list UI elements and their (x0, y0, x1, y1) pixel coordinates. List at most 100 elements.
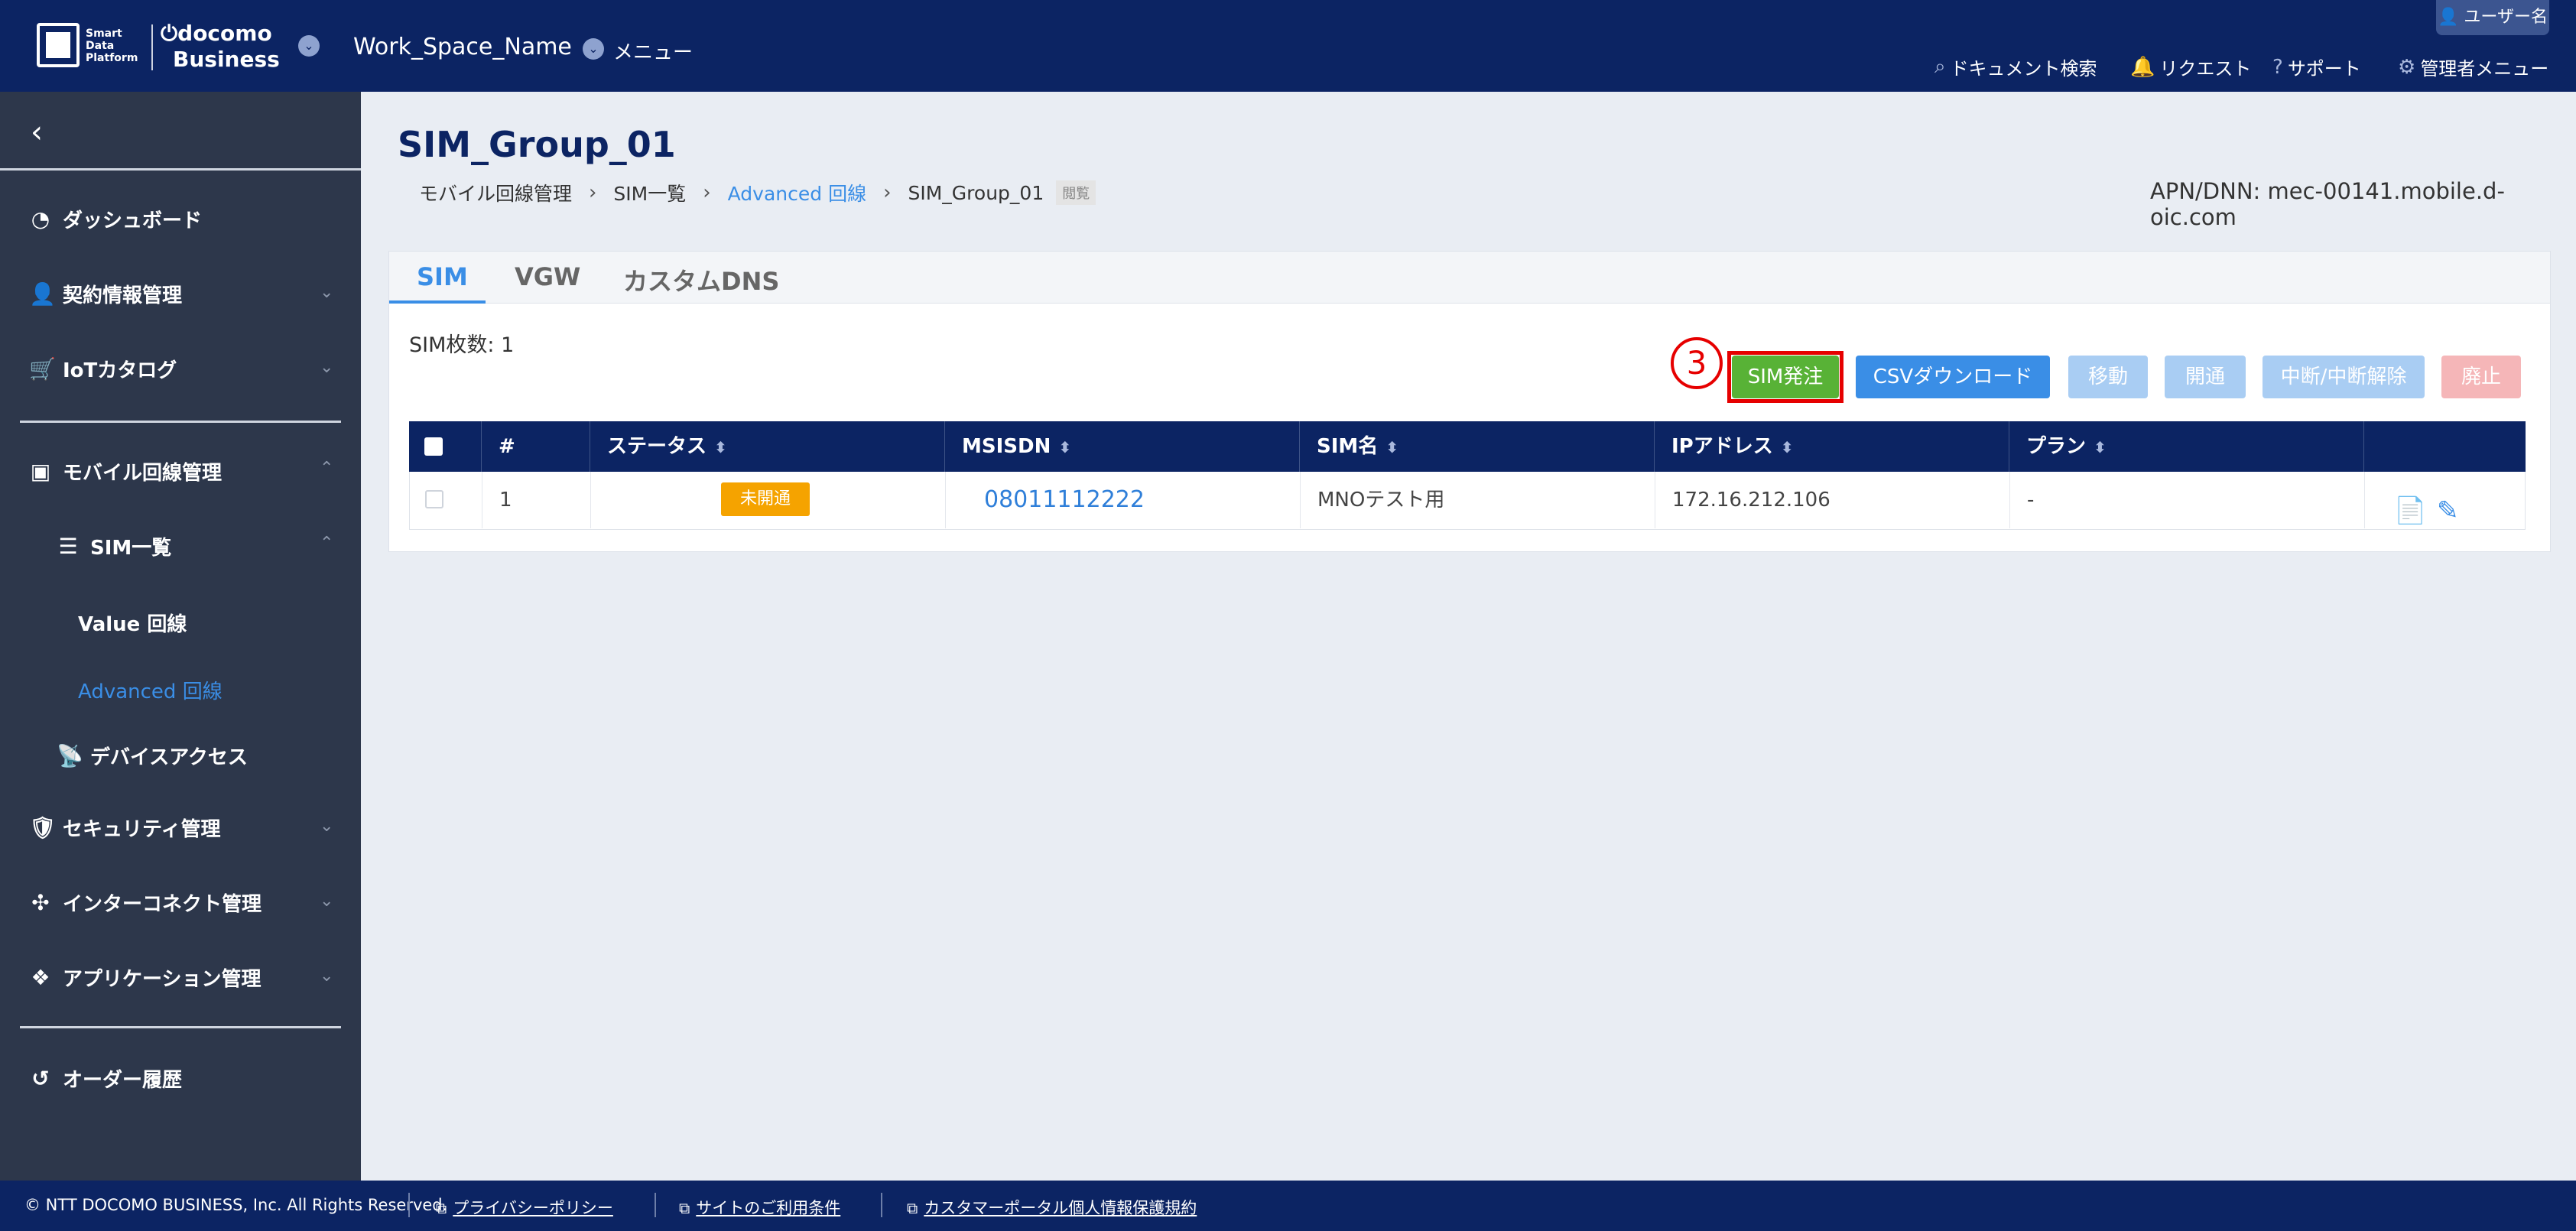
sidebar-item-order-history[interactable]: ↺ オーダー履歴 (29, 1064, 182, 1093)
doc-search-link[interactable]: ⌕ ドキュメント検索 (1934, 54, 2097, 80)
chevron-right-icon: › (589, 181, 597, 204)
history-icon: ↺ (31, 1066, 50, 1091)
csv-download-button[interactable]: CSVダウンロード (1856, 356, 2050, 398)
user-icon: 👤 (2438, 8, 2459, 27)
sidebar-item-mobile[interactable]: ▣ モバイル回線管理 (29, 457, 222, 486)
sort-icon: ⬍ (1780, 438, 1794, 456)
chevron-up-icon[interactable]: ⌃ (320, 459, 333, 478)
tab-custom-dns[interactable]: カスタムDNS (623, 262, 779, 297)
col-status[interactable]: ステータス ⬍ (590, 421, 944, 472)
msisdn-link[interactable]: 08011112222 (984, 486, 1145, 513)
edit-icon[interactable]: ✎ (2437, 482, 2459, 539)
col-ip[interactable]: IPアドレス ⬍ (1654, 421, 2009, 472)
user-name: ユーザー名 (2464, 8, 2548, 27)
support-link[interactable]: ? サポート (2272, 54, 2361, 80)
breadcrumb-sim-list[interactable]: SIM一覧 (613, 179, 686, 206)
sidebar-item-device-access[interactable]: 📡 デバイスアクセス (57, 742, 248, 770)
move-button[interactable]: 移動 (2068, 356, 2148, 398)
chevron-up-icon[interactable]: ⌃ (320, 534, 333, 553)
menu-button[interactable]: メニュー (613, 37, 693, 65)
col-plan[interactable]: プラン ⬍ (2009, 421, 2363, 472)
sidebar: ‹ ◔ ダッシュボード 👤 契約情報管理 ⌄ 🛒 IoTカタログ ⌄ ▣ モバイ… (0, 92, 361, 1181)
breadcrumb-mobile[interactable]: モバイル回線管理 (419, 179, 572, 206)
docomo-logo: ⏻docomo (161, 21, 272, 46)
customer-privacy-label: カスタマーポータル個人情報保護規約 (924, 1199, 1197, 1217)
cell-msisdn: 08011112222 (945, 472, 1300, 528)
sort-icon: ⬍ (1058, 438, 1072, 456)
support-label: サポート (2287, 58, 2361, 80)
sidebar-item-label: ダッシュボード (63, 209, 203, 232)
external-link-icon: ⧉ (907, 1199, 918, 1217)
col-actions (2363, 421, 2526, 472)
sidebar-item-label: SIM一覧 (90, 537, 172, 560)
network-icon: ✣ (31, 890, 50, 915)
logo-divider (151, 24, 153, 70)
sdp-logo-text: Smart Data Platform (86, 28, 138, 64)
sidebar-item-security[interactable]: 🛡 セキュリティ管理 (29, 814, 220, 842)
breadcrumb-advanced-line[interactable]: Advanced 回線 (728, 179, 866, 206)
sidebar-item-label: インターコネクト管理 (63, 893, 262, 916)
select-all-cell (409, 421, 481, 472)
document-icon[interactable]: 📄 (2394, 482, 2426, 539)
select-all-checkbox[interactable] (424, 437, 443, 456)
tab-vgw[interactable]: VGW (515, 262, 580, 291)
request-label: リクエスト (2159, 58, 2252, 80)
cell-plan: - (2009, 472, 2364, 528)
terms-link[interactable]: ⧉ サイトのご利用条件 (679, 1196, 840, 1219)
privacy-link[interactable]: ⧉ プライバシーポリシー (436, 1196, 613, 1219)
chevron-down-icon[interactable]: ⌄ (320, 817, 333, 836)
sidebar-divider (20, 1026, 341, 1028)
docomo-power-icon: ⏻ (161, 21, 178, 46)
satellite-icon: 📡 (57, 743, 83, 768)
person-icon: 👤 (29, 281, 56, 307)
footer-divider (881, 1193, 882, 1217)
cell-sim-name: MNOテスト用 (1300, 472, 1655, 528)
col-msisdn[interactable]: MSISDN ⬍ (944, 421, 1299, 472)
sidebar-item-label: IoTカタログ (63, 359, 177, 382)
sidebar-item-sim-list[interactable]: ☰ SIM一覧 (57, 532, 171, 560)
tab-sim[interactable]: SIM (417, 262, 468, 291)
menu-dropdown-icon[interactable]: ⌄ (583, 38, 604, 60)
sidebar-item-interconnect[interactable]: ✣ インターコネクト管理 (29, 888, 261, 917)
sidebar-item-label: デバイスアクセス (90, 746, 248, 769)
activate-button[interactable]: 開通 (2165, 356, 2246, 398)
sidebar-item-label: アプリケーション管理 (63, 968, 261, 991)
sort-icon: ⬍ (2094, 438, 2107, 456)
workspace-name[interactable]: Work_Space_Name (353, 34, 572, 60)
sidebar-item-value-line[interactable]: Value 回線 (78, 609, 187, 637)
sidebar-item-label: セキュリティ管理 (63, 818, 221, 841)
page-title: SIM_Group_01 (398, 124, 676, 165)
collapse-sidebar-icon[interactable]: ‹ (31, 115, 43, 150)
logo-dropdown-icon[interactable]: ⌄ (298, 35, 320, 57)
logo-line-1: Smart (86, 28, 122, 40)
top-header: Smart Data Platform ⏻docomo Business ⌄ W… (0, 0, 2576, 92)
sidebar-item-dashboard[interactable]: ◔ ダッシュボード (29, 205, 202, 233)
row-checkbox[interactable] (425, 490, 443, 508)
chevron-down-icon[interactable]: ⌄ (320, 283, 333, 302)
col-sim-name[interactable]: SIM名 ⬍ (1299, 421, 1654, 472)
sidebar-divider (20, 421, 341, 423)
suspend-button[interactable]: 中断/中断解除 (2263, 356, 2425, 398)
cancel-button[interactable]: 廃止 (2441, 356, 2521, 398)
sim-panel: SIM VGW カスタムDNS SIM枚数: 1 3 SIM発注 CSVダウンロ… (388, 251, 2551, 552)
sidebar-item-advanced-line[interactable]: Advanced 回線 (78, 676, 223, 704)
help-icon: ? (2272, 55, 2283, 79)
sim-count: SIM枚数: 1 (409, 333, 515, 357)
admin-menu-link[interactable]: ⚙ 管理者メニュー (2398, 54, 2548, 80)
sidebar-item-label: 契約情報管理 (63, 284, 183, 307)
copyright: © NTT DOCOMO BUSINESS, Inc. All Rights R… (24, 1196, 448, 1214)
request-link[interactable]: 🔔 リクエスト (2130, 54, 2251, 80)
user-badge[interactable]: 👤 ユーザー名 (2436, 0, 2549, 35)
chevron-down-icon[interactable]: ⌄ (320, 966, 333, 986)
cart-icon: 🛒 (29, 356, 56, 382)
sidebar-item-application[interactable]: ❖ アプリケーション管理 (29, 963, 261, 992)
customer-privacy-link[interactable]: ⧉ カスタマーポータル個人情報保護規約 (907, 1196, 1197, 1219)
chevron-down-icon[interactable]: ⌄ (320, 892, 333, 911)
sdp-logo-icon (37, 23, 80, 67)
cell-no: 1 (482, 472, 590, 528)
sidebar-item-iot-catalog[interactable]: 🛒 IoTカタログ (29, 355, 177, 383)
shield-icon: 🛡 (29, 815, 57, 840)
sim-card-icon: ▣ (30, 459, 51, 484)
sidebar-item-contract[interactable]: 👤 契約情報管理 (29, 280, 182, 308)
chevron-down-icon[interactable]: ⌄ (320, 358, 333, 377)
